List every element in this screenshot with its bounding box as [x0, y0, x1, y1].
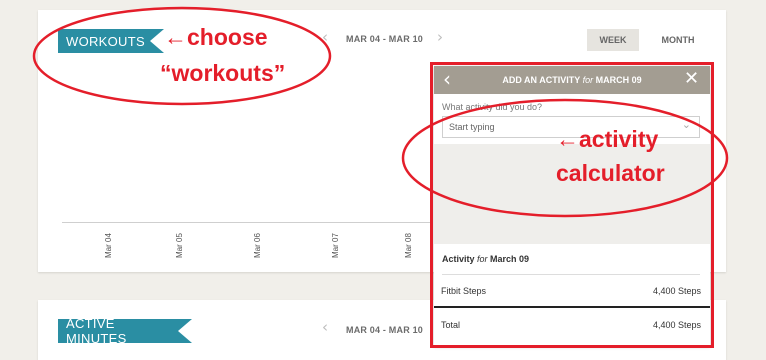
tab-week[interactable]: WEEK	[587, 29, 639, 51]
active-minutes-ribbon-label: ACTIVE MINUTES	[66, 316, 127, 346]
workouts-date-range: MAR 04 - MAR 10	[346, 34, 424, 44]
workouts-ribbon-label: WORKOUTS	[66, 33, 145, 49]
active-minutes-prev-chevron-icon[interactable]: ‹	[322, 318, 328, 336]
workouts-ribbon: WORKOUTS	[58, 29, 164, 53]
x-label-mar04: Mar 04	[104, 233, 113, 258]
next-week-chevron-icon[interactable]: ›	[437, 28, 443, 46]
active-minutes-ribbon: ACTIVE MINUTES	[58, 316, 192, 346]
annotation-choose-line2: “workouts”	[160, 60, 286, 86]
workouts-chart-axis	[62, 222, 432, 223]
active-minutes-date-range: MAR 04 - MAR 10	[346, 325, 424, 335]
x-label-mar06: Mar 06	[253, 233, 262, 258]
x-label-mar07: Mar 07	[331, 233, 340, 258]
annotation-choose-line1: ←choose	[164, 24, 268, 50]
x-label-mar05: Mar 05	[175, 233, 184, 258]
annotation-calc-line1: ←activity	[556, 126, 659, 152]
tab-month[interactable]: MONTH	[648, 29, 708, 51]
annotation-calc-line2: calculator	[556, 160, 665, 186]
x-label-mar08: Mar 08	[404, 233, 413, 258]
prev-week-chevron-icon[interactable]: ‹	[322, 28, 328, 46]
annotation-panel-outline	[430, 62, 714, 348]
